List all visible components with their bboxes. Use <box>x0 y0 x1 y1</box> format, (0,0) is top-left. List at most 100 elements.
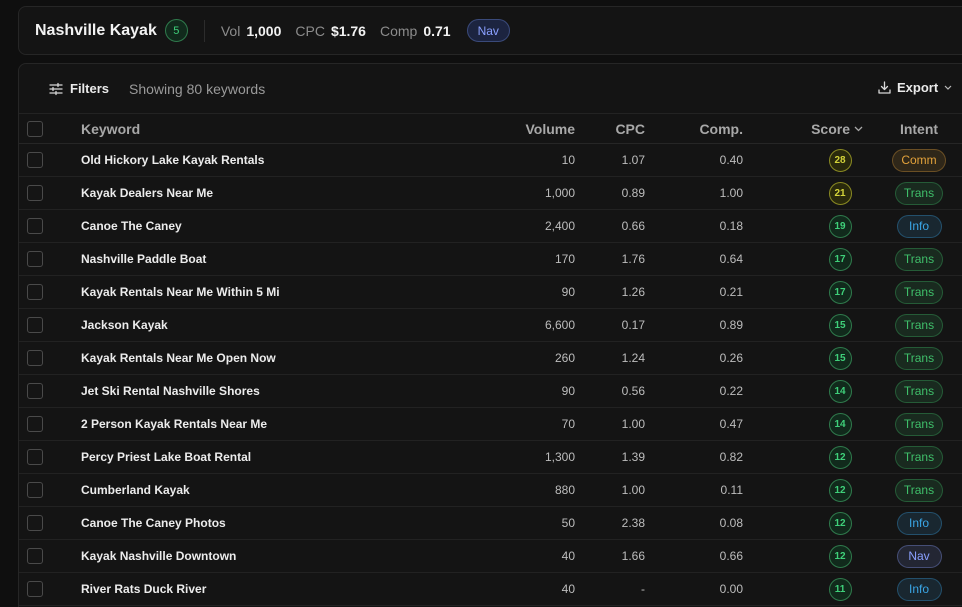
score-header-label: Score <box>811 120 850 137</box>
keyword-table-card: Filters Showing 80 keywords Export Keywo… <box>18 63 962 607</box>
table-row[interactable]: Cumberland Kayak 880 1.00 0.11 12 Trans <box>19 474 962 507</box>
table-row[interactable]: Nashville Paddle Boat 170 1.76 0.64 17 T… <box>19 243 962 276</box>
cpc-label: CPC <box>295 22 325 39</box>
comp-cell: 0.18 <box>719 219 743 233</box>
cpc-cell: 1.39 <box>621 450 645 464</box>
table-row[interactable]: Percy Priest Lake Boat Rental 1,300 1.39… <box>19 441 962 474</box>
row-checkbox-cell <box>27 243 47 275</box>
column-header-intent[interactable]: Intent <box>889 114 949 143</box>
row-checkbox[interactable] <box>27 185 43 201</box>
comp-cell: 0.82 <box>719 450 743 464</box>
keyword-cell[interactable]: Kayak Nashville Downtown <box>81 540 236 572</box>
intent-cell: Nav <box>889 540 949 572</box>
intent-badge: Trans <box>894 412 944 436</box>
table-row[interactable]: Kayak Dealers Near Me 1,000 0.89 1.00 21… <box>19 177 962 210</box>
column-header-cpc[interactable]: CPC <box>559 114 645 143</box>
row-checkbox-cell <box>27 342 47 374</box>
score-cell: 17 <box>827 276 853 308</box>
cpc-cell: 1.00 <box>621 417 645 431</box>
keyword-cell[interactable]: Nashville Paddle Boat <box>81 243 206 275</box>
column-header-comp[interactable]: Comp. <box>659 114 743 143</box>
score-badge: 12 <box>828 511 852 535</box>
keyword-cell[interactable]: Jackson Kayak <box>81 309 168 341</box>
row-checkbox[interactable] <box>27 383 43 399</box>
score-badge: 15 <box>828 346 852 370</box>
row-checkbox[interactable] <box>27 548 43 564</box>
row-checkbox[interactable] <box>27 449 43 465</box>
comp-cell: 0.00 <box>719 582 743 596</box>
score-cell: 14 <box>827 375 853 407</box>
divider <box>203 19 205 42</box>
intent-cell: Trans <box>889 243 949 275</box>
score-cell: 19 <box>827 210 853 242</box>
intent-cell: Info <box>889 210 949 242</box>
table-row[interactable]: 2 Person Kayak Rentals Near Me 70 1.00 0… <box>19 408 962 441</box>
row-checkbox[interactable] <box>27 515 43 531</box>
table-row[interactable]: Kayak Rentals Near Me Open Now 260 1.24 … <box>19 342 962 375</box>
row-checkbox[interactable] <box>27 350 43 366</box>
intent-cell: Info <box>889 507 949 539</box>
score-cell: 12 <box>827 507 853 539</box>
keyword-cell[interactable]: Canoe The Caney Photos <box>81 507 226 539</box>
table-header-row: Keyword Volume CPC Comp. Score Intent <box>19 114 962 144</box>
select-all-checkbox[interactable] <box>27 120 43 137</box>
keyword-cell[interactable]: Cumberland Kayak <box>81 474 190 506</box>
row-checkbox-cell <box>27 177 47 209</box>
comp-cell: 0.26 <box>719 351 743 365</box>
comp-label: Comp <box>379 22 418 39</box>
score-badge: 28 <box>828 148 852 172</box>
table-row[interactable]: Old Hickory Lake Kayak Rentals 10 1.07 0… <box>19 144 962 177</box>
keyword-cell[interactable]: Canoe The Caney <box>81 210 182 242</box>
cpc-cell: 1.00 <box>621 483 645 497</box>
comp-cell: 0.11 <box>720 483 743 497</box>
intent-cell: Trans <box>889 474 949 506</box>
column-header-keyword[interactable]: Keyword <box>81 114 140 143</box>
intent-badge: Trans <box>894 445 944 469</box>
comp-cell: 0.89 <box>719 318 743 332</box>
intent-cell: Trans <box>889 342 949 374</box>
keyword-cell[interactable]: Kayak Rentals Near Me Within 5 Mi <box>81 276 280 308</box>
row-checkbox[interactable] <box>27 152 43 168</box>
row-checkbox[interactable] <box>27 581 43 597</box>
row-checkbox[interactable] <box>27 218 43 234</box>
intent-cell: Trans <box>889 309 949 341</box>
score-cell: 14 <box>827 408 853 440</box>
cpc-cell: 1.24 <box>621 351 645 365</box>
row-checkbox[interactable] <box>27 284 43 300</box>
score-badge: 17 <box>828 247 852 271</box>
table-row[interactable]: River Rats Duck River 40 - 0.00 11 Info <box>19 573 962 606</box>
row-checkbox[interactable] <box>27 317 43 333</box>
table-row[interactable]: Jackson Kayak 6,600 0.17 0.89 15 Trans <box>19 309 962 342</box>
comp-cell: 0.08 <box>719 516 743 530</box>
intent-badge: Trans <box>894 478 944 502</box>
export-button[interactable]: Export <box>878 80 952 95</box>
keyword-cell[interactable]: Kayak Dealers Near Me <box>81 177 213 209</box>
table-row[interactable]: Kayak Nashville Downtown 40 1.66 0.66 12… <box>19 540 962 573</box>
comp-cell: 0.64 <box>719 252 743 266</box>
table-row[interactable]: Kayak Rentals Near Me Within 5 Mi 90 1.2… <box>19 276 962 309</box>
export-label: Export <box>897 80 939 95</box>
row-checkbox-cell <box>27 573 47 605</box>
row-checkbox[interactable] <box>27 251 43 267</box>
row-checkbox-cell <box>27 144 47 176</box>
keyword-cell[interactable]: Old Hickory Lake Kayak Rentals <box>81 144 264 176</box>
table-row[interactable]: Canoe The Caney 2,400 0.66 0.18 19 Info <box>19 210 962 243</box>
intent-badge: Info <box>896 511 942 535</box>
intent-cell: Trans <box>889 276 949 308</box>
table-row[interactable]: Jet Ski Rental Nashville Shores 90 0.56 … <box>19 375 962 408</box>
row-checkbox[interactable] <box>27 416 43 432</box>
table-row[interactable]: Canoe The Caney Photos 50 2.38 0.08 12 I… <box>19 507 962 540</box>
intent-cell: Info <box>889 573 949 605</box>
row-checkbox[interactable] <box>27 482 43 498</box>
keyword-cell[interactable]: Percy Priest Lake Boat Rental <box>81 441 251 473</box>
cpc-cell: 1.76 <box>621 252 645 266</box>
keyword-cell[interactable]: Kayak Rentals Near Me Open Now <box>81 342 276 374</box>
keyword-cell[interactable]: Jet Ski Rental Nashville Shores <box>81 375 260 407</box>
column-header-score[interactable]: Score <box>779 114 863 143</box>
cpc-cell: 2.38 <box>621 516 645 530</box>
download-icon <box>878 81 891 94</box>
keyword-cell[interactable]: River Rats Duck River <box>81 573 206 605</box>
keyword-cell[interactable]: 2 Person Kayak Rentals Near Me <box>81 408 267 440</box>
intent-badge: Trans <box>894 280 944 304</box>
filters-button[interactable]: Filters <box>49 81 109 96</box>
